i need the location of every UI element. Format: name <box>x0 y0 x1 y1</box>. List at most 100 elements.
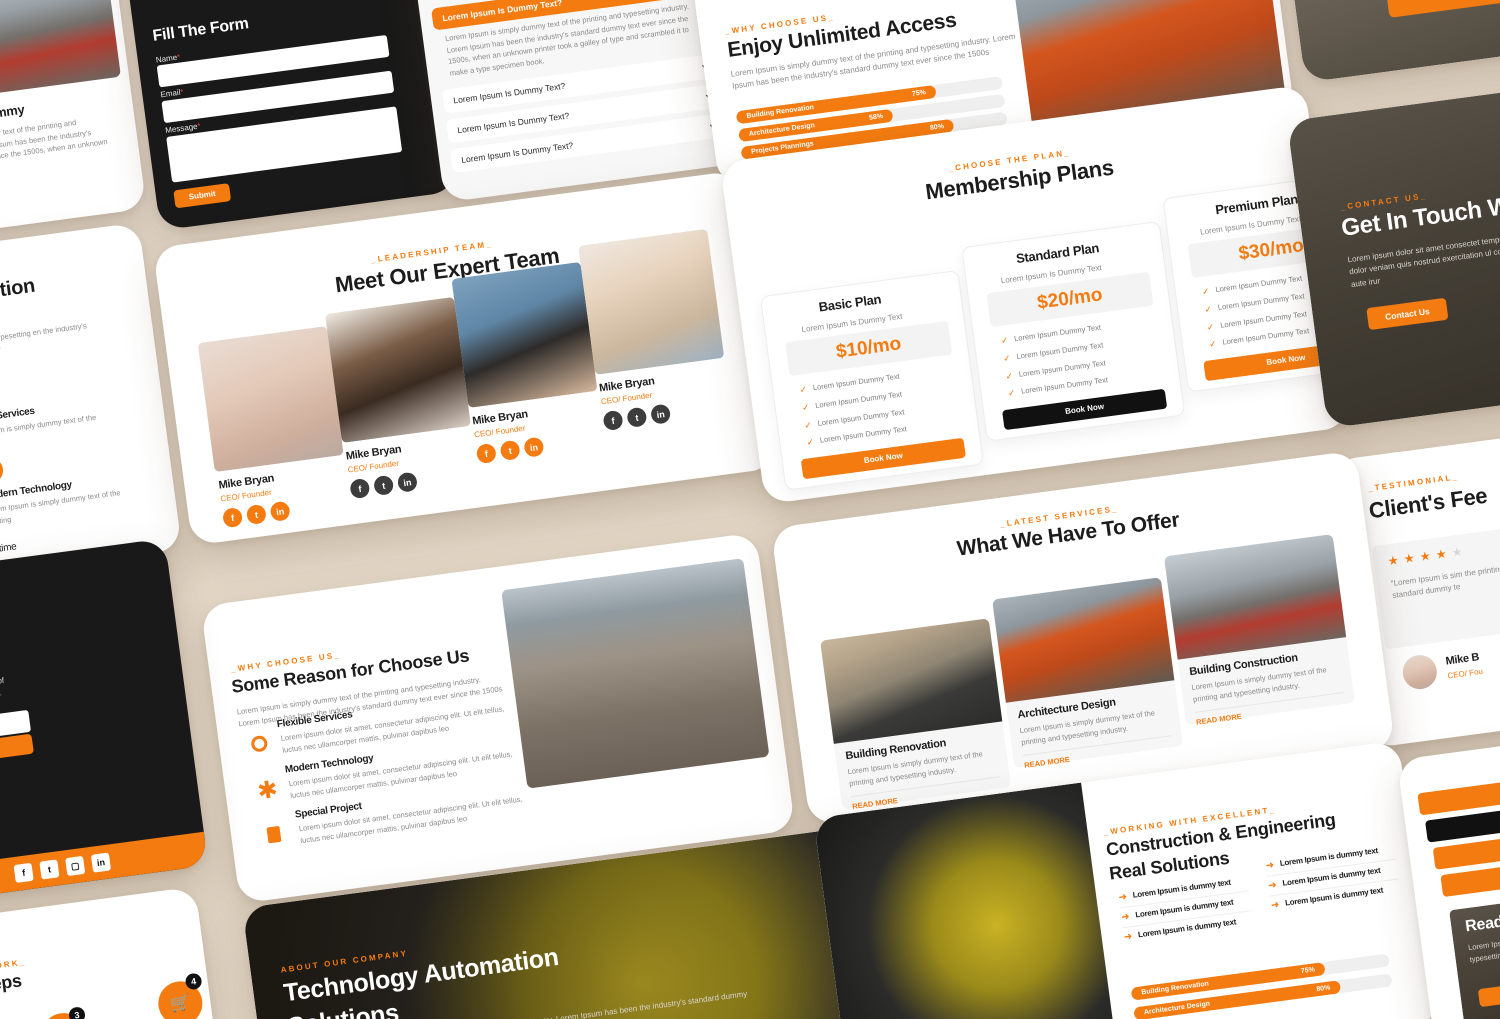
slide-newsletter[interactable]: Newsletter Lorem Ipsum is simply dummy t… <box>0 538 209 912</box>
stack-cta-card[interactable]: Ready Lorem Ipsu text of the typesettin … <box>1449 882 1500 1019</box>
engineering-photo <box>813 782 1120 1019</box>
progress-value: 80% <box>1316 984 1331 994</box>
check-icon: ✓ <box>803 419 813 431</box>
slide-services-body: Lorem Ipsum is simply dummy text of the … <box>0 117 109 173</box>
facebook-icon[interactable]: f <box>13 862 34 884</box>
stack-button-0[interactable]: Building R <box>1417 765 1500 816</box>
avatar <box>324 296 472 443</box>
plan-card-standard[interactable]: Standard Plan Lorem Ipsum Is Dummy Text … <box>961 220 1186 442</box>
check-icon: ✓ <box>1208 338 1218 350</box>
arrow-right-circle-icon: ➜ <box>1123 931 1133 944</box>
why-choose-item-2-body: Lorem ipsum dolor sit amet, consectetur … <box>298 794 524 845</box>
arrow-right-circle-icon: ➜ <box>1270 899 1281 912</box>
plan-price: $10/mo <box>834 333 903 363</box>
facebook-icon[interactable]: f <box>349 477 371 500</box>
why-choose-item-1-body: Lorem ipsum dolor sit amet, consectetur … <box>288 749 513 800</box>
check-icon: ✓ <box>1004 370 1014 382</box>
linkedin-icon[interactable]: in <box>269 500 291 522</box>
newsletter-submit-button[interactable]: Submit <box>0 733 34 772</box>
newsletter-body: Lorem Ipsum is simply dummy text of the … <box>0 675 5 715</box>
testimonial-author-role: CEO/ Fou <box>1446 666 1484 681</box>
star-icon-empty: ★ <box>1450 544 1465 560</box>
plan-name: Standard Plan <box>1015 240 1100 267</box>
asterisk-icon: ✱ <box>255 775 280 806</box>
arrow-right-circle-icon: ➜ <box>1267 879 1278 892</box>
twitter-icon[interactable]: t <box>626 406 648 428</box>
testimonial-avatar <box>1400 653 1439 692</box>
faq-question: Lorem Ipsum Is Dummy Text? <box>456 110 570 136</box>
plan-name: Premium Plan <box>1214 191 1299 218</box>
facebook-icon[interactable]: f <box>602 409 624 432</box>
progress-value: 58% <box>868 113 884 122</box>
linkedin-icon[interactable]: in <box>396 471 419 493</box>
check-icon: ✓ <box>1201 285 1211 297</box>
slide-contact-form[interactable]: Fill The Form Name* Email* Message* Subm… <box>122 0 458 231</box>
progress-value: 80% <box>929 123 945 132</box>
slide-construction-solutions[interactable]: Construction ns y text of the printing a… <box>0 222 183 600</box>
linkedin-icon[interactable]: in <box>523 436 545 458</box>
progress-label: Architecture Design <box>748 122 816 138</box>
linkedin-icon[interactable]: in <box>90 852 112 873</box>
team-member-card[interactable]: Mike Bryan CEO/ Founder f t in <box>451 261 606 465</box>
progress-value: 75% <box>911 89 927 98</box>
team-member-card[interactable]: Mike Bryan CEO/ Founder f t in <box>197 326 352 529</box>
check-icon: ✓ <box>798 384 808 395</box>
slide-work-steps[interactable]: E WORK_ Steps 3 🛒 4 <box>0 886 222 1019</box>
document-icon <box>266 825 282 844</box>
presentation-mockup-canvas: Lorem Ipsum Dummy Lorem Ipsum is simply … <box>0 0 1500 1019</box>
check-icon: ✓ <box>1007 387 1017 399</box>
plan-price: $20/mo <box>1036 284 1104 314</box>
slide-faq[interactable]: Lorem Ipsum Is Dummy Text? Lorem Ipsum i… <box>407 0 743 203</box>
check-icon: ✓ <box>1000 334 1009 346</box>
twitter-icon[interactable]: t <box>245 503 268 526</box>
plan-card-basic[interactable]: Basic Plan Lorem Ipsum Is Dummy Text $10… <box>759 269 985 491</box>
star-icon: ★ <box>1418 548 1433 565</box>
engineering-list-right: ➜ Lorem Ipsum is dummy text ➜ Lorem Ipsu… <box>1265 843 1401 912</box>
star-icon: ★ <box>1402 550 1417 567</box>
progress-label: Architecture Design <box>1143 1000 1211 1017</box>
offer-card[interactable]: Building Construction Lorem Ipsum is sim… <box>1163 534 1355 727</box>
check-circle-icon: ✓ <box>0 456 5 485</box>
construction-body: y text of the printing and typesetting e… <box>0 321 88 365</box>
arrow-right-circle-icon: ➜ <box>1120 911 1131 924</box>
avatar <box>578 228 725 375</box>
instagram-icon[interactable]: ▢ <box>65 855 86 877</box>
star-icon-half: ★ <box>1434 546 1449 562</box>
contrast-circle-icon <box>250 734 269 753</box>
testimonial-author-name: Mike B <box>1444 651 1480 668</box>
progress-value: 75% <box>1300 966 1316 976</box>
slide-start-banner[interactable]: Start Ou <box>1277 0 1500 83</box>
star-icon: ★ <box>1386 552 1401 569</box>
engineering-list-left: ➜ Lorem Ipsum is dummy text ➜ Lorem Ipsu… <box>1117 875 1254 944</box>
arrow-right-circle-icon: ➜ <box>1117 891 1128 904</box>
faq-question: Lorem Ipsum Is Dummy Text? <box>452 80 566 106</box>
progress-label: Building Renovation <box>746 104 815 121</box>
offer-card[interactable]: Building Renovation Lorem Ipsum is simpl… <box>820 618 1012 811</box>
slide-team[interactable]: _LEADERSHIP TEAM_ Meet Our Expert Team M… <box>152 170 778 546</box>
construction-title-1: Construction <box>0 274 37 313</box>
progress-label: Building Renovation <box>1140 980 1210 997</box>
team-member-card[interactable]: Mike Bryan CEO/ Founder f t in <box>578 228 732 432</box>
why-choose-photo <box>501 558 770 789</box>
check-icon: ✓ <box>801 401 811 413</box>
check-icon: ✓ <box>1203 303 1213 315</box>
twitter-icon[interactable]: t <box>499 439 521 462</box>
plan-price: $30/mo <box>1237 235 1306 265</box>
check-icon: ✓ <box>1206 321 1215 333</box>
linkedin-icon[interactable]: in <box>649 403 672 425</box>
engineering-list-item: Lorem Ipsum is dummy text <box>1132 877 1232 900</box>
engineering-list-item: Lorem Ipsum is dummy text <box>1279 845 1379 868</box>
facebook-icon[interactable]: f <box>475 442 497 465</box>
facebook-icon[interactable]: f <box>221 506 244 529</box>
faq-question: Lorem Ipsum Is Dummy Text? <box>460 140 574 166</box>
twitter-icon[interactable]: t <box>39 859 60 880</box>
twitter-icon[interactable]: t <box>372 474 395 497</box>
check-icon: ✓ <box>1002 352 1012 364</box>
steps-title: Steps <box>0 970 23 997</box>
avatar <box>451 261 598 408</box>
offer-card[interactable]: Architecture Design Lorem Ipsum is simpl… <box>992 577 1184 770</box>
plan-name: Basic Plan <box>817 291 882 315</box>
step-number-badge: 3 <box>68 1006 86 1019</box>
slide-services-left[interactable]: Lorem Ipsum Dummy Lorem Ipsum is simply … <box>0 0 147 242</box>
team-member-card[interactable]: Mike Bryan CEO/ Founder f t in <box>324 296 479 500</box>
